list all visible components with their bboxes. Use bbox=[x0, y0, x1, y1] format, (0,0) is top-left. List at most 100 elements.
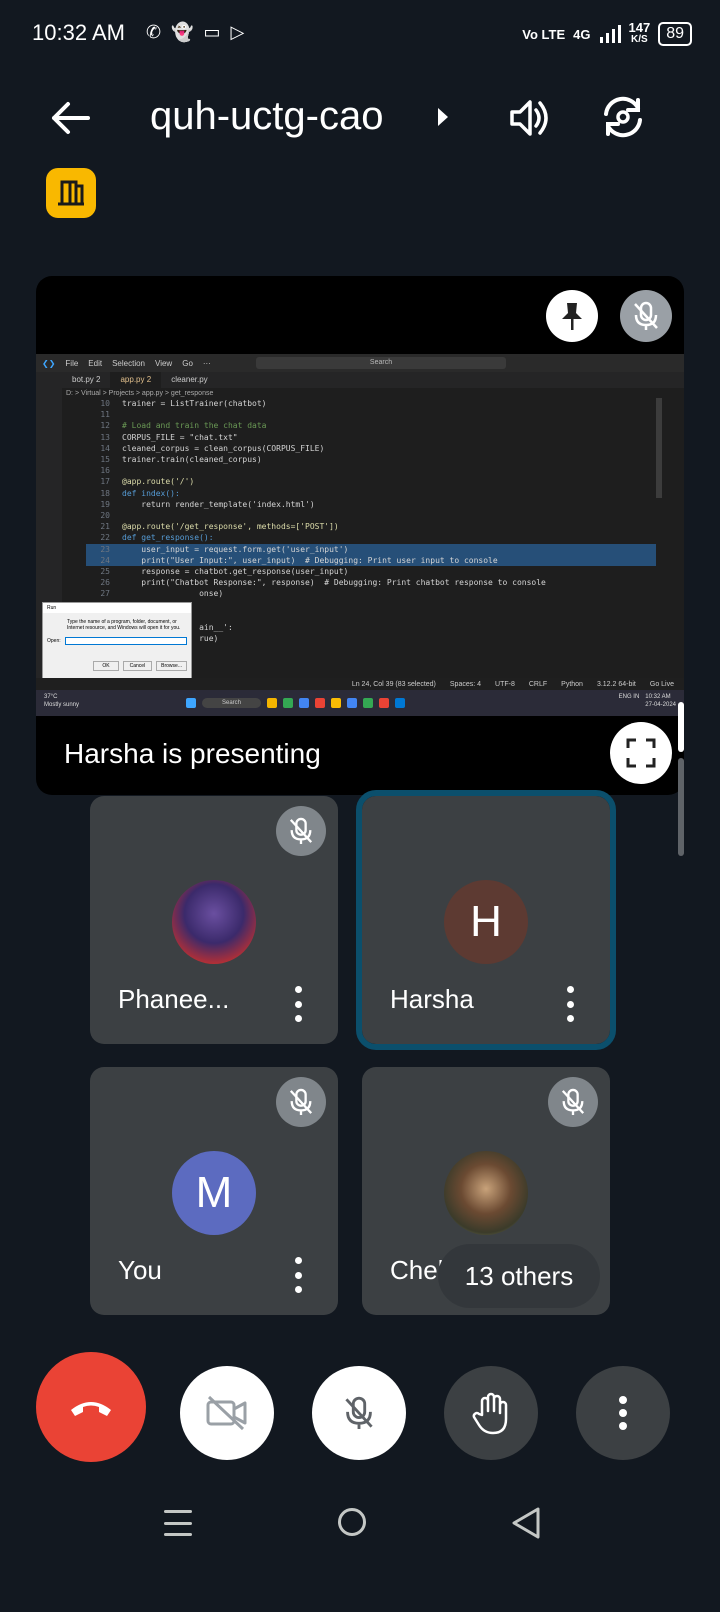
mic-off-icon bbox=[561, 1088, 585, 1115]
participant-name: Harsha bbox=[390, 984, 474, 1014]
run-dialog-title: Run bbox=[43, 603, 191, 613]
run-dialog-buttons: OK Cancel Browse... bbox=[43, 647, 191, 671]
whatsapp-icon: ✆ bbox=[146, 22, 162, 42]
code-text: # Load and train the chat data bbox=[122, 421, 267, 431]
run-dialog-open: Open: bbox=[43, 635, 191, 647]
fullscreen-button[interactable] bbox=[610, 722, 672, 784]
status-right: Vo LTE 4G 147 K/S 89 bbox=[522, 21, 692, 46]
status-item: Python bbox=[561, 680, 583, 688]
presentation-card[interactable]: ❮❯ File Edit Selection View Go ··· Searc… bbox=[36, 276, 684, 795]
status-item: Ln 24, Col 39 (83 selected) bbox=[351, 680, 436, 688]
presenter-mute-indicator bbox=[620, 290, 672, 342]
taskbar-app-icon bbox=[283, 698, 294, 708]
dot bbox=[294, 1000, 302, 1008]
mic-toggle-button[interactable] bbox=[312, 1366, 406, 1460]
taskbar-app-icon bbox=[267, 698, 278, 708]
scroll-indicator-active bbox=[678, 702, 684, 752]
avatar bbox=[444, 1151, 528, 1235]
end-call-button[interactable] bbox=[36, 1352, 146, 1462]
tab-bot-label: bot.py bbox=[72, 375, 94, 384]
home-icon[interactable] bbox=[338, 1508, 366, 1536]
tab-bot: bot.py 2 bbox=[62, 372, 110, 388]
pin-button[interactable] bbox=[546, 290, 598, 342]
camera-toggle-button[interactable] bbox=[180, 1366, 274, 1460]
line-number: 10 bbox=[100, 399, 110, 408]
vscode-breadcrumb: D: > Virtual > Projects > app.py > get_r… bbox=[66, 390, 214, 397]
taskbar-app-icon bbox=[395, 698, 406, 708]
code-line: 23 user_input = request.form.get('user_i… bbox=[86, 543, 656, 555]
snapchat-icon: 👻 bbox=[171, 22, 194, 42]
door-icon bbox=[58, 180, 84, 206]
tray-lang: ENG IN bbox=[618, 694, 640, 700]
back-arrow-icon[interactable] bbox=[48, 96, 92, 140]
video-icon: ▭ bbox=[203, 22, 221, 42]
presenter-label: Harsha is presenting bbox=[64, 738, 321, 769]
line-number: 17 bbox=[100, 477, 110, 487]
tab-app: app.py 2 bbox=[110, 372, 162, 388]
signal-icon bbox=[599, 25, 621, 43]
participant-more-button[interactable] bbox=[286, 1257, 310, 1293]
line-number: 25 bbox=[100, 567, 110, 577]
vscode-search: Search bbox=[256, 357, 506, 369]
participant-tile[interactable]: Phanee... bbox=[90, 796, 338, 1044]
line-number: 20 bbox=[100, 511, 110, 521]
code-text: user_input = request.form.get('user_inpu… bbox=[122, 544, 349, 554]
code-line: 25 response = chatbot.get_response(user_… bbox=[86, 566, 656, 577]
participant-tile[interactable]: H Harsha bbox=[356, 790, 616, 1050]
code-text: trainer = ListTrainer(chatbot) bbox=[122, 399, 267, 408]
mic-off-icon bbox=[289, 1088, 313, 1115]
speaker-icon[interactable] bbox=[506, 94, 554, 142]
pin-icon bbox=[562, 303, 582, 330]
dot bbox=[566, 1000, 574, 1008]
menu-go: Go bbox=[182, 358, 193, 368]
dot bbox=[294, 1257, 302, 1264]
code-line: 14 cleaned_corpus = clean_corpus(CORPUS_F… bbox=[86, 443, 656, 454]
participant-more-button[interactable] bbox=[286, 986, 310, 1022]
line-number: 14 bbox=[100, 443, 110, 453]
run-cancel: Cancel bbox=[122, 661, 153, 671]
vscode-statusbar: Ln 24, Col 39 (83 selected) Spaces: 4 UTF-… bbox=[36, 678, 684, 690]
bar bbox=[164, 1510, 192, 1513]
run-dialog-open-label: Open: bbox=[47, 638, 61, 644]
menu-edit: Edit bbox=[88, 358, 103, 368]
status-item: 3.12.2 64-bit bbox=[596, 680, 636, 688]
door-badge[interactable] bbox=[46, 168, 96, 218]
back-icon[interactable] bbox=[510, 1506, 542, 1540]
participant-mute-indicator bbox=[548, 1077, 598, 1127]
switch-camera-icon[interactable] bbox=[598, 92, 648, 142]
participant-mute-indicator bbox=[276, 806, 326, 856]
taskbar-tray: ENG IN 10:32 AM 27-04-2024 bbox=[619, 693, 676, 709]
editor-scrollbar bbox=[656, 398, 662, 498]
recent-apps-icon[interactable] bbox=[164, 1510, 192, 1536]
fullscreen-icon bbox=[626, 738, 656, 768]
participant-more-button[interactable] bbox=[558, 986, 582, 1022]
tab-app-label: app.py bbox=[120, 375, 145, 384]
others-button[interactable]: 13 others bbox=[438, 1244, 600, 1308]
tray-clock: 10:32 AM 27-04-2024 bbox=[645, 693, 676, 709]
line-number: 18 bbox=[100, 488, 110, 498]
dot bbox=[294, 1271, 302, 1279]
raise-hand-button[interactable] bbox=[444, 1366, 538, 1460]
meeting-code[interactable]: quh-uctg-cao bbox=[150, 94, 383, 139]
run-browse: Browse... bbox=[156, 661, 187, 671]
windows-taskbar: 37°C Mostly sunny Search ENG IN 10:32 AM… bbox=[36, 690, 684, 716]
menu-view: View bbox=[155, 358, 173, 368]
code-line: 12 # Load and train the chat data bbox=[86, 420, 656, 431]
taskbar-weather: 37°C Mostly sunny bbox=[44, 693, 79, 709]
code-text: CORPUS_FILE = "chat.txt" bbox=[122, 432, 238, 442]
mic-off-icon bbox=[634, 301, 658, 330]
windows-start-icon bbox=[186, 698, 196, 708]
line-number: 21 bbox=[100, 522, 110, 532]
avatar: H bbox=[444, 880, 528, 964]
more-options-icon bbox=[619, 1396, 627, 1430]
line-number: 26 bbox=[100, 578, 110, 588]
participant-tile[interactable]: M You bbox=[90, 1067, 338, 1315]
play-store-icon: ▷ bbox=[230, 22, 245, 42]
code-line: 21 @app.route('/get_response', methods=['… bbox=[86, 521, 656, 532]
shared-screen[interactable]: ❮❯ File Edit Selection View Go ··· Searc… bbox=[36, 354, 684, 716]
more-options-button[interactable] bbox=[576, 1366, 670, 1460]
code-text: trainer.train(cleaned_corpus) bbox=[122, 455, 262, 465]
taskbar-app-icon bbox=[315, 698, 326, 708]
run-ok: OK bbox=[93, 661, 119, 671]
chevron-right-icon[interactable] bbox=[436, 106, 450, 128]
